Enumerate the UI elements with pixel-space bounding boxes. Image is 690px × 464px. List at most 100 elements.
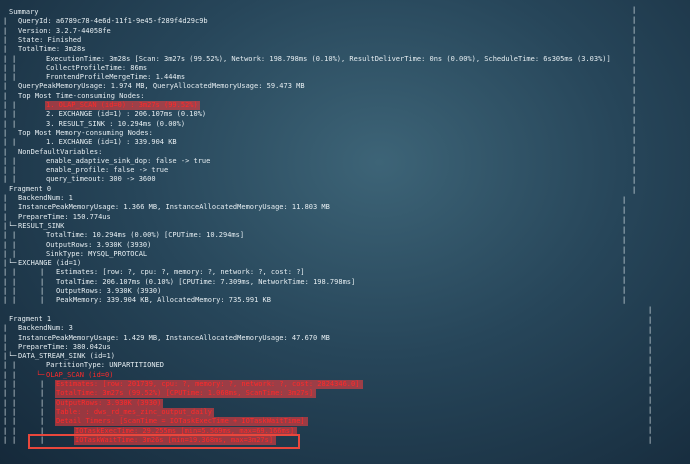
line-text[interactable]: TotalTime: 206.107ms (0.10%) [CPUTime: 7…	[56, 278, 355, 287]
tree-guide: |	[3, 352, 8, 360]
tree-guide: |	[12, 436, 17, 444]
line-text[interactable]: TotalTime: 3m27s (99.52%) [CPUTime: 1.06…	[56, 389, 313, 398]
line-text[interactable]: TotalTime: 3m28s	[18, 45, 85, 54]
tree-guide: |	[40, 278, 45, 286]
tree-guide: |	[3, 82, 8, 90]
tree-guide: |	[12, 157, 17, 165]
line-text[interactable]: OutputRows: 3.930K (3930)	[56, 399, 161, 408]
line-text[interactable]: DATA_STREAM_SINK (id=1)	[18, 352, 115, 361]
table-border: |	[632, 76, 637, 84]
table-border: |	[622, 286, 627, 294]
tree-guide: |	[3, 371, 8, 379]
table-border: |	[632, 106, 637, 114]
tree-guide: |	[3, 361, 8, 369]
line-text[interactable]: InstancePeakMemoryUsage: 1.429 MB, Insta…	[18, 334, 330, 343]
line-text[interactable]: BackendNum: 1	[18, 194, 73, 203]
line-text[interactable]: PrepareTime: 380.042us	[18, 343, 111, 352]
tree-guide: |	[12, 278, 17, 286]
line-text[interactable]: Detail Timers: [ScanTime = IOTaskExecTim…	[56, 417, 305, 426]
tree-guide: |	[40, 296, 45, 304]
line-text[interactable]: QueryId: a6789c78-4e6d-11f1-9e45-f289f4d…	[18, 17, 208, 26]
line-text[interactable]: OLAP_SCAN (id=0)	[46, 371, 113, 380]
line-text[interactable]: 1. OLAP_SCAN (id=0) : 3m27s (99.52%)	[46, 101, 198, 110]
line-text[interactable]: Top Most Memory-consuming Nodes:	[18, 129, 153, 138]
line-text[interactable]: Table: : dws_rd_mes_zinc_output_daily	[56, 408, 212, 417]
tree-guide: |	[12, 399, 17, 407]
tree-guide: |	[40, 417, 45, 425]
tree-guide: |	[3, 268, 8, 276]
line-text[interactable]: PrepareTime: 150.774us	[18, 213, 111, 222]
table-border: |	[632, 116, 637, 124]
table-border: |	[648, 346, 653, 354]
line-text[interactable]: EXCHANGE (id=1)	[18, 259, 81, 268]
tree-guide: |	[3, 92, 8, 100]
tree-guide: |	[3, 389, 8, 397]
tree-guide: |	[3, 287, 8, 295]
tree-guide: |	[3, 45, 8, 53]
tree-guide: |	[3, 17, 8, 25]
table-border: |	[632, 26, 637, 34]
line-text[interactable]: NonDefaultVariables:	[18, 148, 102, 157]
tree-guide: |	[3, 157, 8, 165]
tree-guide: |	[12, 361, 17, 369]
line-text[interactable]: ExecutionTime: 3m28s [Scan: 3m27s (99.52…	[46, 55, 611, 64]
tree-guide: |	[12, 241, 17, 249]
tree-guide: |	[12, 408, 17, 416]
line-text[interactable]: OutputRows: 3.930K (3930)	[46, 241, 151, 250]
tree-guide: |	[3, 194, 8, 202]
table-border: |	[632, 136, 637, 144]
table-border: |	[632, 16, 637, 24]
tree-guide: |	[3, 203, 8, 211]
table-border: |	[648, 426, 653, 434]
tree-guide: |	[40, 268, 45, 276]
table-border: |	[632, 56, 637, 64]
tree-guide: |	[12, 380, 17, 388]
table-border: |	[622, 256, 627, 264]
tree-guide: |	[40, 399, 45, 407]
line-text[interactable]: RESULT_SINK	[18, 222, 64, 231]
tree-guide: |	[12, 55, 17, 63]
line-text[interactable]: QueryPeakMemoryUsage: 1.974 MB, QueryAll…	[18, 82, 305, 91]
tree-guide: |	[12, 250, 17, 258]
line-text[interactable]: Version: 3.2.7-44058fe	[18, 27, 111, 36]
tree-guide: |	[3, 343, 8, 351]
tree-guide: |	[12, 64, 17, 72]
line-text[interactable]: 1. EXCHANGE (id=1) : 339.904 KB	[46, 138, 177, 147]
line-text[interactable]: Estimates: [row: ?, cpu: ?, memory: ?, n…	[56, 268, 305, 277]
line-text[interactable]: OutputRows: 3.930K (3930)	[56, 287, 161, 296]
tree-guide: |	[3, 101, 8, 109]
tree-guide: |	[12, 138, 17, 146]
table-border: |	[632, 176, 637, 184]
line-text[interactable]: Fragment 0	[9, 185, 51, 194]
table-border: |	[622, 226, 627, 234]
table-border: |	[648, 316, 653, 324]
line-text[interactable]: SinkType: MYSQL_PROTOCAL	[46, 250, 147, 259]
table-border: |	[648, 356, 653, 364]
line-text[interactable]: InstancePeakMemoryUsage: 1.366 MB, Insta…	[18, 203, 330, 212]
line-text[interactable]: CollectProfileTime: 86ms	[46, 64, 147, 73]
line-text[interactable]: enable_adaptive_sink_dop: false -> true	[46, 157, 210, 166]
tree-guide: |	[12, 101, 17, 109]
line-text[interactable]: PeakMemory: 339.904 KB, AllocatedMemory:…	[56, 296, 271, 305]
table-border: |	[632, 156, 637, 164]
line-text[interactable]: 2. EXCHANGE (id=1) : 206.107ms (0.10%)	[46, 110, 206, 119]
line-text[interactable]: Estimates: [row: 201739, cpu: ?, memory:…	[56, 380, 359, 389]
line-text[interactable]: State: Finished	[18, 36, 81, 45]
line-text[interactable]: Summary	[9, 8, 39, 17]
line-text[interactable]: PartitionType: UNPARTITIONED	[46, 361, 164, 370]
annotation-box	[28, 434, 300, 449]
line-text[interactable]: query_timeout: 300 -> 3600	[46, 175, 156, 184]
tree-guide: |	[40, 287, 45, 295]
line-text[interactable]: Fragment 1	[9, 315, 51, 324]
table-border: |	[622, 216, 627, 224]
tree-guide: |	[3, 231, 8, 239]
line-text[interactable]: 3. RESULT_SINK : 10.294ms (0.00%)	[46, 120, 185, 129]
line-text[interactable]: Top Most Time-consuming Nodes:	[18, 92, 144, 101]
line-text[interactable]: TotalTime: 10.294ms (0.00%) [CPUTime: 10…	[46, 231, 244, 240]
line-text[interactable]: enable_profile: false -> true	[46, 166, 168, 175]
tree-guide: |	[12, 417, 17, 425]
line-text[interactable]: FrontendProfileMergeTime: 1.444ms	[46, 73, 185, 82]
line-text[interactable]: BackendNum: 3	[18, 324, 73, 333]
tree-guide: |	[3, 417, 8, 425]
tree-guide: |	[40, 389, 45, 397]
